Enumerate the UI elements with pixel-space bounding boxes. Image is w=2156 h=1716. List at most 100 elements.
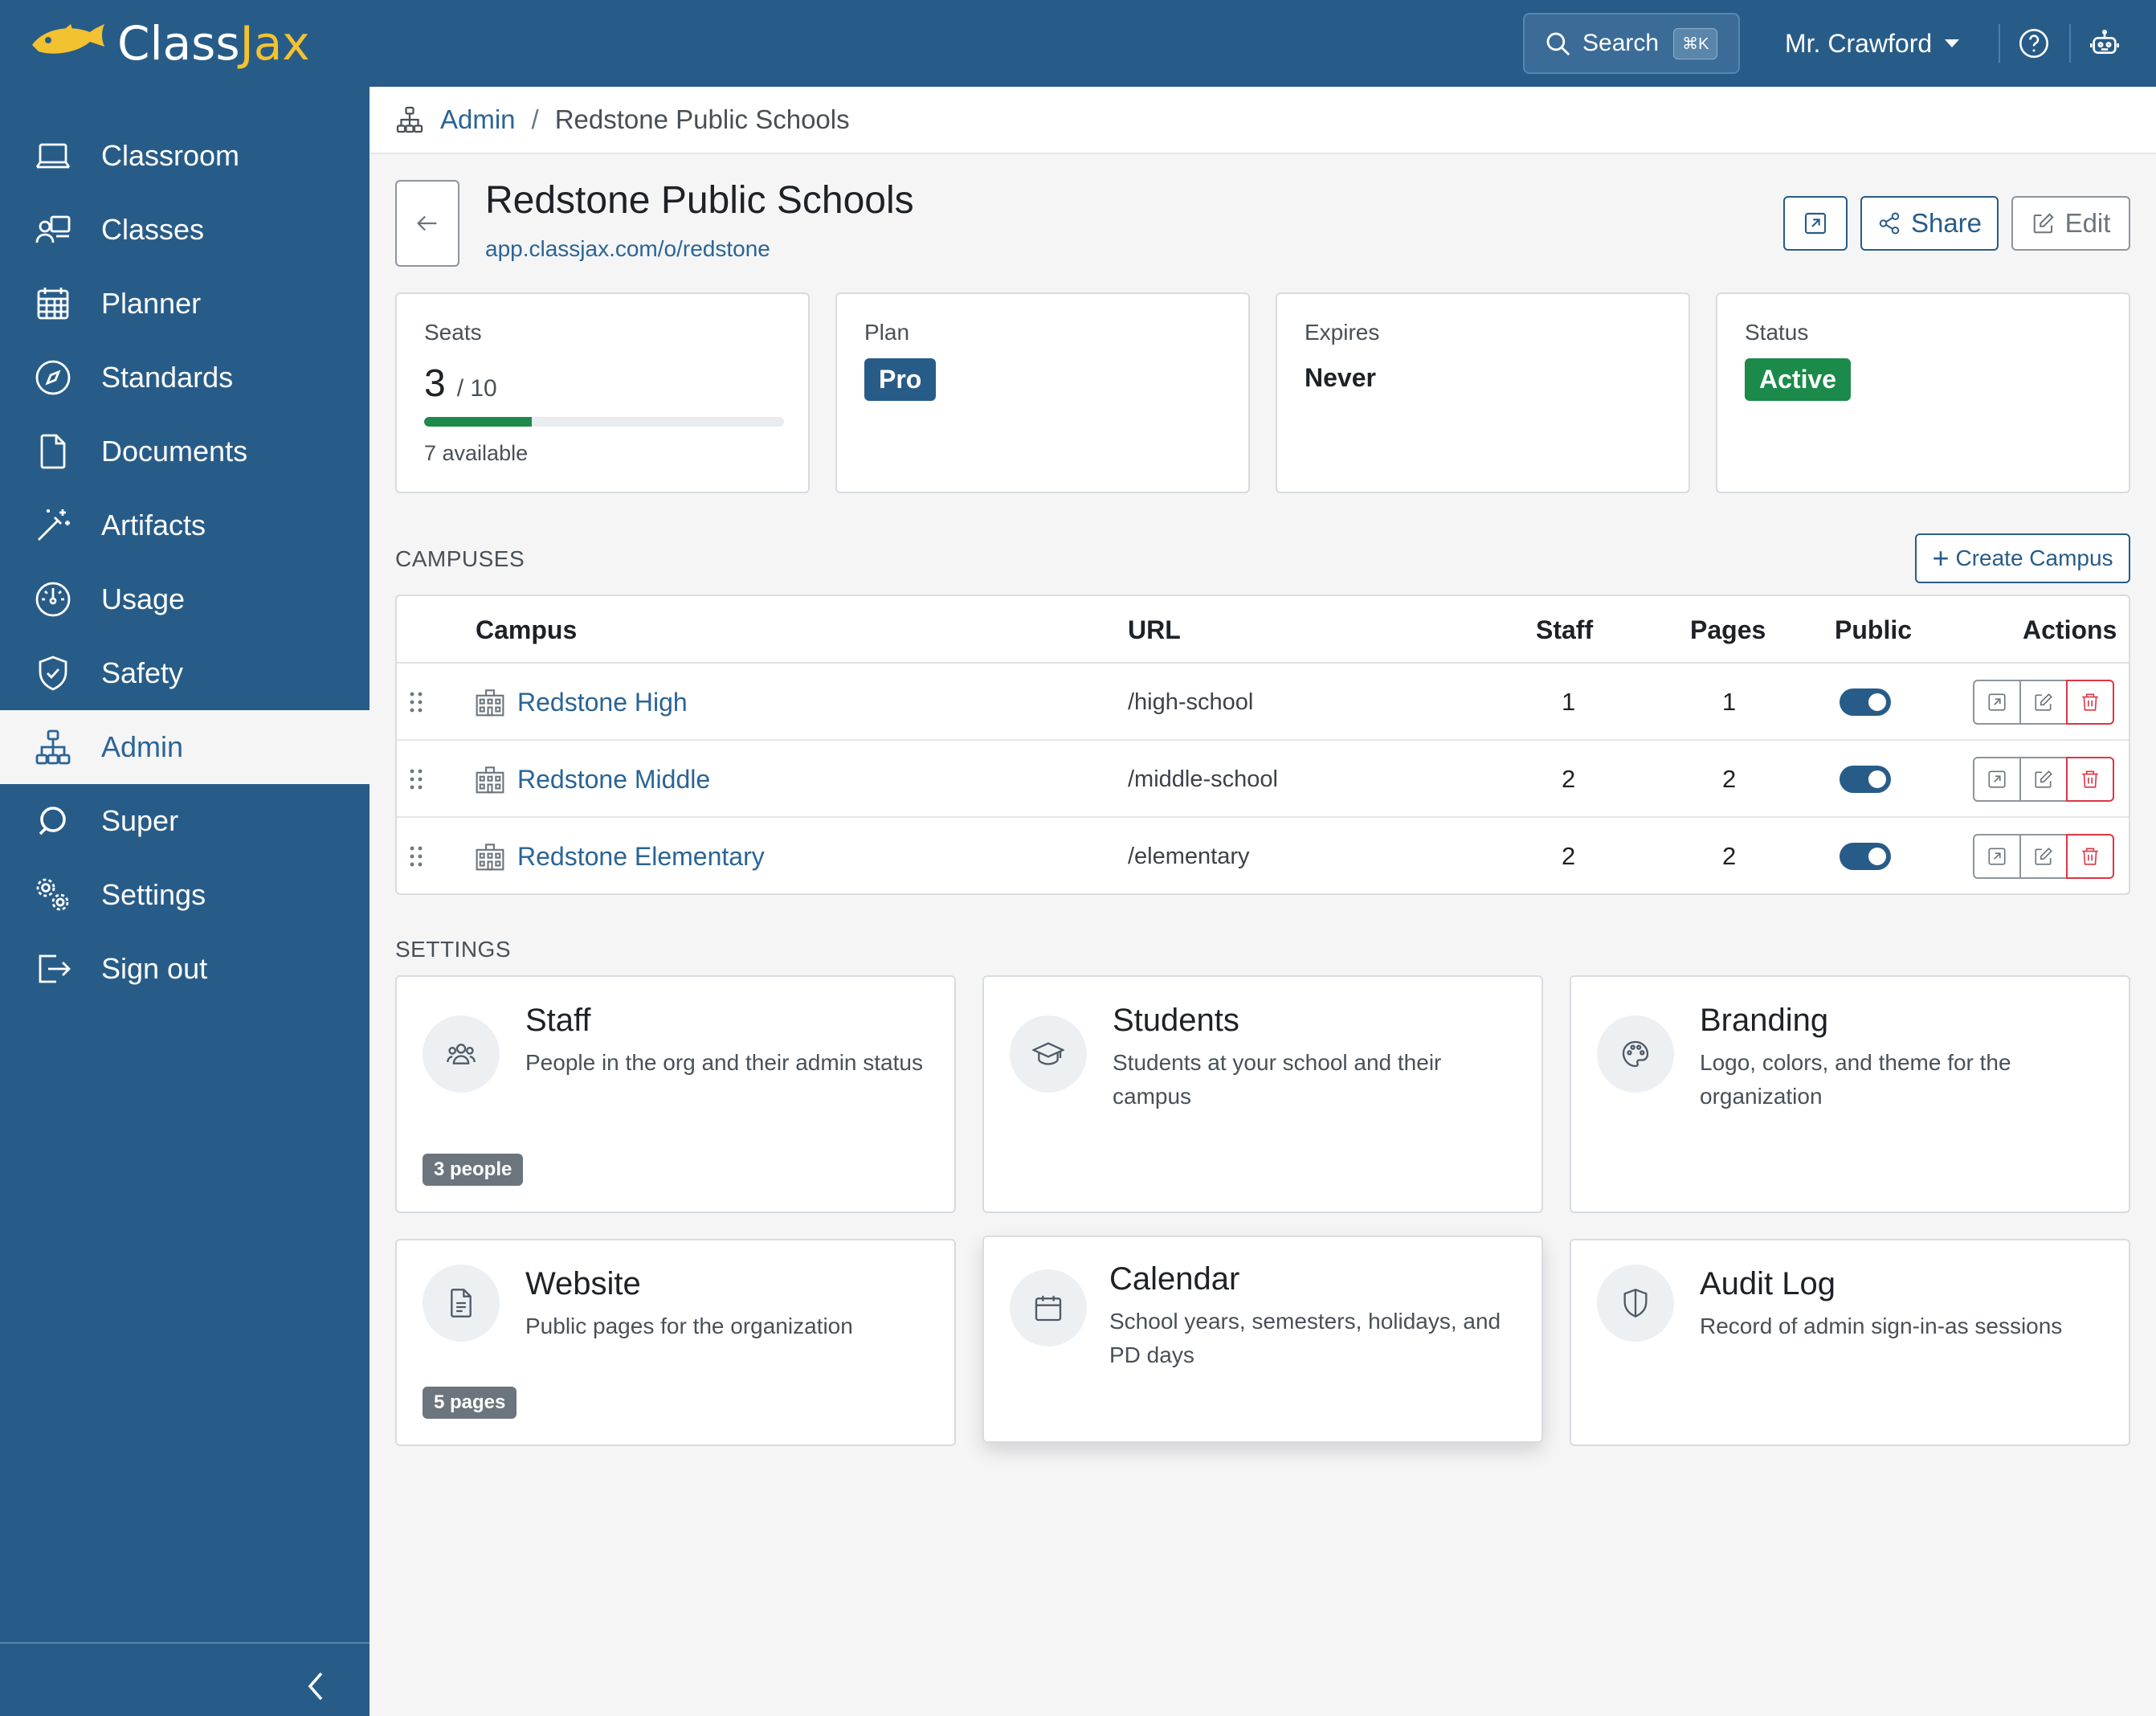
delete-campus-button[interactable] <box>2066 757 2114 802</box>
row-actions <box>1973 818 2114 893</box>
column-header-pages[interactable]: Pages <box>1690 615 1766 645</box>
sidebar-item-standards[interactable]: Standards <box>0 341 370 415</box>
campus-link[interactable]: Redstone Middle <box>517 765 710 795</box>
sidebar: Classroom Classes Planner Standards Docu… <box>0 87 370 1716</box>
building-icon <box>474 688 506 717</box>
settings-card-students[interactable]: Students Students at your school and the… <box>982 975 1543 1213</box>
table-row: Redstone Middle /middle-school 2 2 <box>397 741 2129 818</box>
card-title: Staff <box>525 1003 591 1038</box>
column-header-url[interactable]: URL <box>1128 615 1181 645</box>
card-description: Record of admin sign-in-as sessions <box>1700 1314 2063 1338</box>
orbit-icon <box>32 800 74 842</box>
seats-progress-bar <box>424 417 784 427</box>
seats-progress-fill <box>424 417 533 427</box>
trash-icon <box>2080 846 2101 867</box>
open-external-button[interactable] <box>1783 196 1848 251</box>
share-button[interactable]: Share <box>1860 196 1999 251</box>
create-campus-label: Create Campus <box>1955 545 2113 570</box>
back-button[interactable] <box>395 180 459 267</box>
column-header-campus[interactable]: Campus <box>476 615 577 645</box>
sidebar-item-planner[interactable]: Planner <box>0 267 370 341</box>
search-button[interactable]: Search ⌘K <box>1523 13 1740 74</box>
open-campus-button[interactable] <box>1973 757 2021 802</box>
delete-campus-button[interactable] <box>2066 680 2114 725</box>
campus-name-cell: Redstone High <box>474 664 688 741</box>
campus-link[interactable]: Redstone High <box>517 688 688 717</box>
sidebar-item-documents[interactable]: Documents <box>0 415 370 488</box>
drag-handle-icon[interactable] <box>408 741 424 818</box>
count-badge: 5 pages <box>423 1387 517 1419</box>
card-title: Audit Log <box>1700 1266 1836 1301</box>
brand-logo[interactable]: ClassJax <box>29 14 310 72</box>
edit-campus-button[interactable] <box>2019 680 2068 725</box>
sidebar-item-settings[interactable]: Settings <box>0 858 370 932</box>
org-url-link[interactable]: app.classjax.com/o/redstone <box>485 236 770 262</box>
toggle-switch[interactable] <box>1840 843 1891 870</box>
sidebar-item-label: Planner <box>101 287 202 320</box>
column-header-public[interactable]: Public <box>1835 615 1912 645</box>
sidebar-item-usage[interactable]: Usage <box>0 562 370 636</box>
breadcrumb-admin-link[interactable]: Admin <box>440 104 516 135</box>
sidebar-item-super[interactable]: Super <box>0 784 370 858</box>
chevron-left-icon[interactable] <box>300 1666 333 1706</box>
diagram-icon <box>32 726 74 768</box>
user-menu-dropdown[interactable]: Mr. Crawford <box>1785 22 1960 64</box>
sidebar-item-safety[interactable]: Safety <box>0 636 370 710</box>
search-icon <box>1544 30 1571 57</box>
share-label: Share <box>1910 208 1982 238</box>
question-circle-icon[interactable] <box>2018 27 2050 59</box>
campus-url: /elementary <box>1128 843 1250 869</box>
shield-check-icon <box>32 652 74 694</box>
table-row: Redstone Elementary /elementary 2 2 <box>397 818 2129 893</box>
building-icon <box>474 765 506 794</box>
document-icon <box>423 1265 500 1342</box>
sidebar-item-classes[interactable]: Classes <box>0 193 370 267</box>
toggle-switch[interactable] <box>1840 688 1891 716</box>
gears-icon <box>32 874 74 916</box>
public-toggle[interactable] <box>1840 664 1891 741</box>
sidebar-item-classroom[interactable]: Classroom <box>0 119 370 193</box>
drag-handle-icon[interactable] <box>408 818 424 893</box>
sidebar-item-artifacts[interactable]: Artifacts <box>0 488 370 562</box>
settings-card-branding[interactable]: Branding Logo, colors, and theme for the… <box>1570 975 2130 1213</box>
robot-icon[interactable] <box>2089 27 2121 59</box>
settings-card-audit-log[interactable]: Audit Log Record of admin sign-in-as ses… <box>1570 1239 2130 1446</box>
top-navbar: ClassJax Search ⌘K Mr. Crawford <box>0 0 2156 87</box>
box-arrow-up-right-icon <box>1987 846 2007 867</box>
toggle-switch[interactable] <box>1840 766 1891 793</box>
file-icon <box>32 431 74 472</box>
delete-campus-button[interactable] <box>2066 834 2114 879</box>
campus-link[interactable]: Redstone Elementary <box>517 842 765 872</box>
settings-card-calendar[interactable]: Calendar School years, semesters, holida… <box>982 1236 1543 1443</box>
open-campus-button[interactable] <box>1973 680 2021 725</box>
create-campus-button[interactable]: + Create Campus <box>1915 533 2130 583</box>
settings-heading: SETTINGS <box>395 937 512 962</box>
pencil-square-icon <box>2031 211 2056 235</box>
seats-label: Seats <box>424 320 482 345</box>
edit-button[interactable]: Edit <box>2011 196 2130 251</box>
settings-card-website[interactable]: Website Public pages for the organizatio… <box>395 1239 956 1446</box>
sidebar-item-sign-out[interactable]: Sign out <box>0 932 370 1006</box>
table-row: Redstone High /high-school 1 1 <box>397 664 2129 741</box>
expires-card: Expires Never <box>1276 292 1690 493</box>
sidebar-item-admin[interactable]: Admin <box>0 710 370 784</box>
drag-handle-icon[interactable] <box>408 664 424 741</box>
trash-icon <box>2080 692 2101 713</box>
mortarboard-icon <box>1010 1015 1087 1093</box>
campus-pages-count: 2 <box>1722 765 1737 793</box>
diagram-icon <box>395 105 424 134</box>
edit-label: Edit <box>2064 208 2111 238</box>
box-arrow-right-icon <box>32 948 74 990</box>
column-header-staff[interactable]: Staff <box>1536 615 1593 645</box>
edit-campus-button[interactable] <box>2019 757 2068 802</box>
public-toggle[interactable] <box>1840 741 1891 818</box>
plus-icon: + <box>1932 541 1950 574</box>
edit-campus-button[interactable] <box>2019 834 2068 879</box>
open-campus-button[interactable] <box>1973 834 2021 879</box>
settings-card-staff[interactable]: Staff People in the org and their admin … <box>395 975 956 1213</box>
caret-down-icon <box>1945 39 1960 47</box>
box-arrow-up-right-icon <box>1987 692 2007 713</box>
sidebar-item-label: Classes <box>101 213 205 246</box>
public-toggle[interactable] <box>1840 818 1891 893</box>
sidebar-item-label: Standards <box>101 361 234 394</box>
